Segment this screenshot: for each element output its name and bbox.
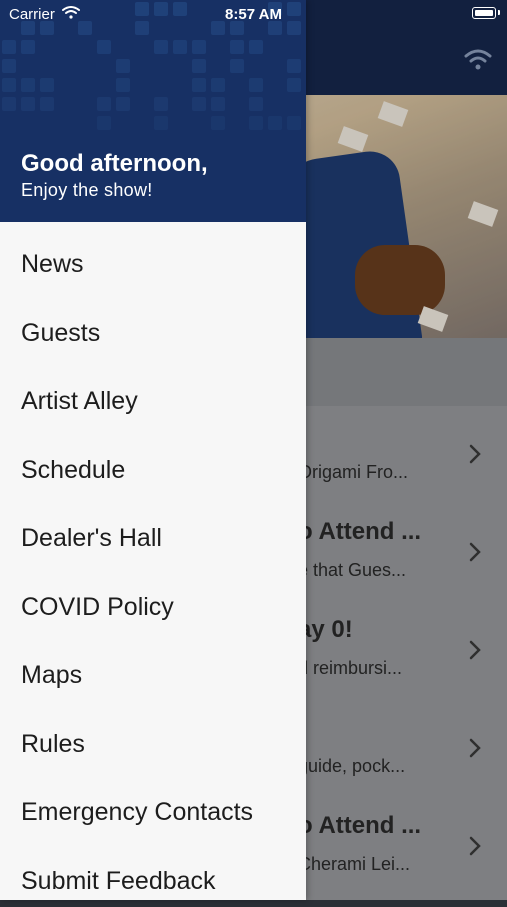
menu-item-label: News (21, 250, 84, 279)
pattern-tile (287, 78, 301, 92)
pattern-tile (97, 40, 111, 54)
menu-item-label: Maps (21, 661, 82, 690)
menu-item-label: Dealer's Hall (21, 524, 162, 553)
menu-item-artist-alley[interactable]: Artist Alley (0, 359, 306, 428)
pattern-tile (268, 116, 282, 130)
greeting-subtitle: Enjoy the show! (21, 180, 153, 201)
pattern-tile (249, 40, 263, 54)
pattern-tile (173, 40, 187, 54)
menu-item-dealers-hall[interactable]: Dealer's Hall (0, 496, 306, 565)
pattern-tile (154, 116, 168, 130)
menu-item-news[interactable]: News (0, 222, 306, 291)
menu-item-label: Schedule (21, 456, 125, 485)
menu-item-maps[interactable]: Maps (0, 633, 306, 702)
menu-item-label: Artist Alley (21, 387, 138, 416)
menu-item-label: COVID Policy (21, 593, 174, 622)
menu-item-covid-policy[interactable]: COVID Policy (0, 565, 306, 634)
pattern-tile (2, 78, 16, 92)
pattern-tile (192, 40, 206, 54)
navigation-drawer: Good afternoon, Enjoy the show! News Gue… (0, 0, 306, 900)
menu-item-schedule[interactable]: Schedule (0, 428, 306, 497)
pattern-tile (230, 59, 244, 73)
pattern-tile (192, 97, 206, 111)
greeting-title: Good afternoon, (21, 150, 208, 178)
pattern-tile (21, 97, 35, 111)
pattern-tile (2, 97, 16, 111)
pattern-tile (192, 78, 206, 92)
menu-item-emergency-contacts[interactable]: Emergency Contacts (0, 770, 306, 839)
pattern-tile (116, 97, 130, 111)
pattern-tile (154, 97, 168, 111)
status-bar: Carrier 8:57 AM (0, 0, 507, 30)
battery-icon (472, 7, 496, 19)
menu-item-label: Emergency Contacts (21, 798, 253, 827)
pattern-tile (116, 59, 130, 73)
pattern-tile (21, 40, 35, 54)
menu-item-submit-feedback[interactable]: Submit Feedback (0, 839, 306, 907)
pattern-tile (249, 78, 263, 92)
pattern-tile (40, 97, 54, 111)
pattern-tile (287, 59, 301, 73)
clock: 8:57 AM (0, 6, 507, 23)
pattern-tile (230, 40, 244, 54)
battery-tip (498, 10, 500, 15)
drawer-header: Good afternoon, Enjoy the show! (0, 0, 306, 222)
pattern-tile (97, 116, 111, 130)
pattern-tile (249, 97, 263, 111)
menu-item-label: Guests (21, 319, 100, 348)
pattern-tile (192, 59, 206, 73)
menu-item-label: Rules (21, 730, 85, 759)
pattern-tile (211, 97, 225, 111)
pattern-tile (287, 116, 301, 130)
pattern-tile (21, 78, 35, 92)
pattern-tile (97, 97, 111, 111)
pattern-tile (2, 40, 16, 54)
pattern-tile (211, 78, 225, 92)
pattern-tile (116, 78, 130, 92)
pattern-tile (2, 59, 16, 73)
pattern-tile (154, 40, 168, 54)
pattern-tile (40, 78, 54, 92)
pattern-tile (249, 116, 263, 130)
pattern-tile (211, 116, 225, 130)
drawer-menu: News Guests Artist Alley Schedule Dealer… (0, 222, 306, 907)
menu-item-rules[interactable]: Rules (0, 702, 306, 771)
menu-item-label: Submit Feedback (21, 867, 216, 896)
menu-item-guests[interactable]: Guests (0, 291, 306, 360)
